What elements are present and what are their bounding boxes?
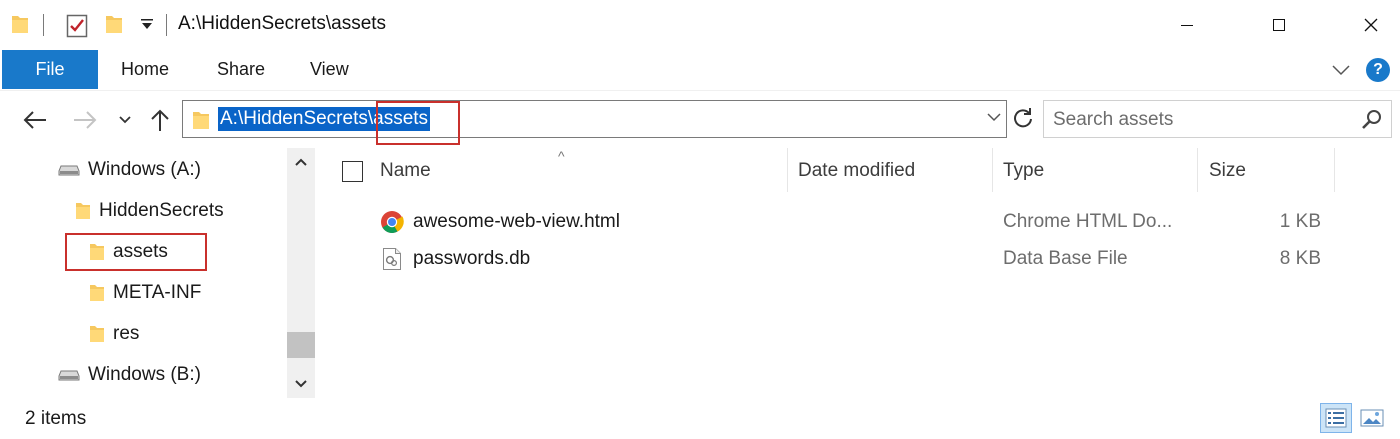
file-size: 8 KB — [1279, 248, 1321, 269]
refresh-button[interactable] — [1010, 104, 1036, 134]
tree-item-label: Windows (A:) — [88, 159, 201, 180]
large-icons-view-icon — [1360, 409, 1384, 427]
column-divider[interactable] — [1197, 148, 1198, 192]
address-bar[interactable]: A:\HiddenSecrets \ assets — [182, 100, 1007, 138]
column-header-name[interactable]: Name — [380, 148, 431, 194]
database-file-icon — [382, 241, 402, 277]
properties-icon[interactable] — [66, 14, 88, 43]
select-all-checkbox[interactable] — [342, 161, 363, 182]
folder-icon — [89, 283, 105, 303]
tree-item-label: META-INF — [113, 282, 202, 303]
navigation-bar: A:\HiddenSecrets \ assets Search assets — [0, 90, 1400, 148]
nav-pane-scrollbar[interactable] — [287, 148, 315, 398]
file-size: 1 KB — [1279, 211, 1321, 232]
tree-item-windows-a[interactable]: Windows (A:) — [58, 154, 201, 186]
details-view-button[interactable] — [1320, 403, 1352, 433]
scroll-down-icon[interactable] — [287, 370, 315, 398]
tree-item-res[interactable]: res — [89, 318, 139, 350]
search-icon[interactable] — [1361, 109, 1383, 136]
tree-item-label: assets — [113, 241, 168, 262]
sort-indicator: ^ — [558, 148, 565, 164]
large-icons-view-button[interactable] — [1356, 403, 1388, 433]
drive-icon — [58, 163, 80, 177]
maximize-button[interactable] — [1256, 0, 1302, 50]
address-path-parent: A:\HiddenSecrets — [220, 108, 368, 129]
title-bar: A:\HiddenSecrets\assets — [0, 0, 1400, 50]
window-title: A:\HiddenSecrets\assets — [178, 13, 387, 34]
search-input[interactable]: Search assets — [1053, 109, 1173, 131]
column-header-date-modified[interactable]: Date modified — [798, 148, 915, 194]
address-path-current: assets — [373, 108, 429, 129]
tree-item-meta-inf[interactable]: META-INF — [89, 277, 201, 309]
folder-icon[interactable] — [11, 13, 29, 40]
column-divider[interactable] — [992, 148, 993, 192]
chrome-icon — [380, 204, 404, 240]
tab-share[interactable]: Share — [217, 50, 265, 89]
file-type: Data Base File — [1003, 248, 1128, 269]
tree-item-label: Windows (B:) — [88, 364, 201, 385]
scroll-up-icon[interactable] — [287, 148, 315, 176]
chevron-down-icon[interactable] — [986, 109, 1002, 130]
close-button[interactable] — [1348, 0, 1394, 50]
item-count: 2 items — [25, 408, 87, 429]
new-folder-icon[interactable] — [105, 13, 123, 40]
tab-view[interactable]: View — [310, 50, 349, 89]
navigation-pane: Windows (A:) HiddenSecrets assets META-I… — [0, 148, 316, 398]
search-box[interactable]: Search assets — [1043, 100, 1392, 138]
file-type: Chrome HTML Do... — [1003, 211, 1173, 232]
scrollbar-thumb[interactable] — [287, 332, 315, 358]
column-header-size[interactable]: Size — [1209, 148, 1246, 194]
back-button[interactable] — [20, 105, 50, 135]
folder-icon — [89, 242, 105, 262]
forward-button[interactable] — [70, 105, 100, 135]
help-button[interactable]: ? — [1366, 58, 1390, 82]
column-header-type[interactable]: Type — [1003, 148, 1044, 194]
minimize-button[interactable] — [1164, 0, 1210, 50]
customize-toolbar-icon[interactable] — [140, 17, 154, 36]
drive-icon — [58, 368, 80, 382]
details-view-icon — [1325, 408, 1347, 428]
column-divider[interactable] — [1334, 148, 1335, 192]
recent-locations-button[interactable] — [110, 105, 140, 135]
up-button[interactable] — [145, 105, 175, 135]
tree-item-label: HiddenSecrets — [99, 200, 224, 221]
expand-ribbon-icon[interactable] — [1330, 58, 1352, 85]
tab-file[interactable]: File — [2, 50, 98, 89]
divider — [166, 14, 167, 36]
folder-icon — [89, 324, 105, 344]
file-name: passwords.db — [413, 248, 531, 269]
address-path[interactable]: A:\HiddenSecrets \ assets — [218, 107, 431, 131]
file-name: awesome-web-view.html — [413, 211, 620, 232]
tree-item-label: res — [113, 323, 140, 344]
column-divider[interactable] — [787, 148, 788, 192]
folder-icon — [75, 201, 91, 221]
tree-item-windows-b[interactable]: Windows (B:) — [58, 359, 201, 391]
tree-item-assets[interactable]: assets — [89, 236, 168, 268]
divider — [43, 14, 44, 36]
file-row[interactable]: passwords.db Data Base File 8 KB — [316, 241, 1400, 277]
folder-icon — [192, 109, 210, 136]
ribbon: File Home Share View ? — [0, 50, 1400, 90]
file-list: ^ Name Date modified Type Size awesome-w… — [316, 148, 1400, 398]
tree-item-hiddensecrets[interactable]: HiddenSecrets — [75, 195, 224, 227]
tab-home[interactable]: Home — [121, 50, 169, 89]
status-bar: 2 items — [0, 398, 1400, 439]
file-row[interactable]: awesome-web-view.html Chrome HTML Do... … — [316, 204, 1400, 240]
